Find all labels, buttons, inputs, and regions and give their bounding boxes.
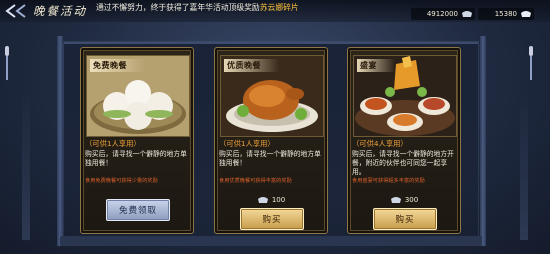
- silver-amount: 4912000: [426, 10, 458, 18]
- card-description: 购买后，请寻找一个僻静的地方单独用餐！: [85, 150, 187, 167]
- silver-ingot-icon: [257, 197, 268, 203]
- system-notice: 通过不懈努力，终于获得了嘉年华活动顶级奖励苏云娜碎片: [96, 2, 299, 13]
- card-tag: 盛宴: [357, 59, 395, 72]
- price-value: 100: [271, 196, 286, 204]
- right-decoration: [520, 90, 528, 240]
- card-description: 购买后，请寻找一个僻静的地方开餐，附近的伙伴也可同您一起享用。: [352, 150, 454, 176]
- card-description: 购买后，请寻找一个僻静的地方单独用餐！: [219, 150, 321, 167]
- price-display: 300: [348, 196, 460, 204]
- gold-ingot-icon: [521, 11, 531, 17]
- right-pillar: [480, 36, 486, 246]
- notice-text: 通过不懈努力，终于获得了嘉年华活动顶级奖励: [96, 3, 260, 12]
- gold-currency: 15380: [478, 8, 534, 20]
- card-tag: 优质晚餐: [224, 59, 279, 72]
- panel-base: [60, 236, 482, 246]
- free-dinner-card: 免费晚餐 （可供1人享用） 购买后，请寻找一个僻静的地方单独用餐！ 食用免费晚餐…: [80, 47, 194, 234]
- buy-button[interactable]: 购买: [373, 208, 437, 230]
- left-pillar: [57, 36, 63, 246]
- silver-ingot-icon: [462, 11, 472, 17]
- feast-card: 盛宴 （可供4人享用） 购买后，请寻找一个僻静的地方开餐，附近的伙伴也可同您一起…: [347, 47, 461, 234]
- back-arrow-icon: [5, 4, 26, 18]
- free-claim-button[interactable]: 免费领取: [106, 199, 170, 221]
- buns-image: 免费晚餐: [86, 55, 190, 137]
- serving-note: （可供1人享用）: [219, 139, 275, 148]
- notice-highlight: 苏云娜碎片: [259, 3, 299, 12]
- buy-button[interactable]: 购买: [240, 208, 304, 230]
- card-tag: 免费晚餐: [90, 59, 145, 72]
- silver-ingot-icon: [390, 197, 401, 203]
- reward-tip: 食用盛宴可获得超多丰富的奖励: [352, 178, 425, 184]
- price-display: 100: [215, 196, 327, 204]
- gold-amount: 15380: [494, 10, 517, 18]
- top-bar: 晚餐活动 通过不懈努力，终于获得了嘉年华活动顶级奖励苏云娜碎片 4912000 …: [0, 0, 550, 22]
- feast-image: 盛宴: [353, 55, 457, 137]
- roast-chicken-image: 优质晚餐: [220, 55, 324, 137]
- serving-note: （可供4人享用）: [352, 139, 408, 148]
- left-decoration: [22, 90, 30, 240]
- lantern-right-decoration: [528, 46, 534, 80]
- serving-note: （可供1人享用）: [85, 139, 141, 148]
- price-value: 300: [404, 196, 419, 204]
- back-button[interactable]: [3, 2, 29, 20]
- lantern-left-decoration: [4, 46, 10, 80]
- silver-currency: 4912000: [411, 8, 475, 20]
- reward-tip: 食用优质晚餐可获得丰富的奖励: [219, 178, 292, 184]
- reward-tip: 食用免费晚餐可获得少量的奖励: [85, 178, 158, 184]
- quality-dinner-card: 优质晚餐 （可供1人享用） 购买后，请寻找一个僻静的地方单独用餐！ 食用优质晚餐…: [214, 47, 328, 234]
- page-title: 晚餐活动: [33, 4, 87, 18]
